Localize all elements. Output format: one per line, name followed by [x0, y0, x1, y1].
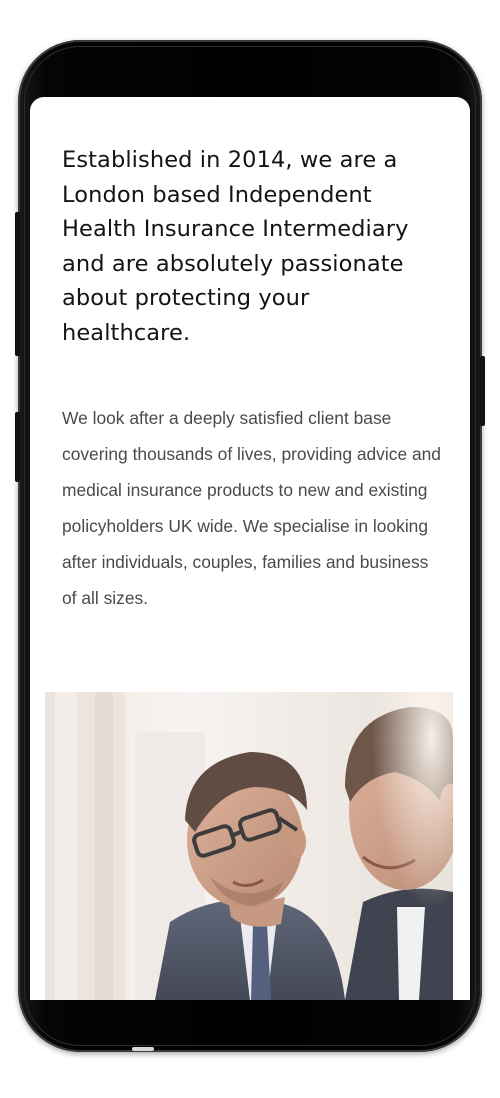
intro-paragraph: We look after a deeply satisfied client …: [62, 408, 441, 608]
phone-screen: Established in 2014, we are a London bas…: [30, 97, 470, 1000]
bottom-bezel-mark: [132, 1047, 154, 1051]
power-button[interactable]: [480, 356, 485, 426]
assistant-button[interactable]: [15, 412, 20, 482]
volume-button[interactable]: [15, 212, 20, 356]
business-team-photo: [45, 692, 453, 1000]
intro-headline: Established in 2014, we are a London bas…: [62, 147, 409, 346]
